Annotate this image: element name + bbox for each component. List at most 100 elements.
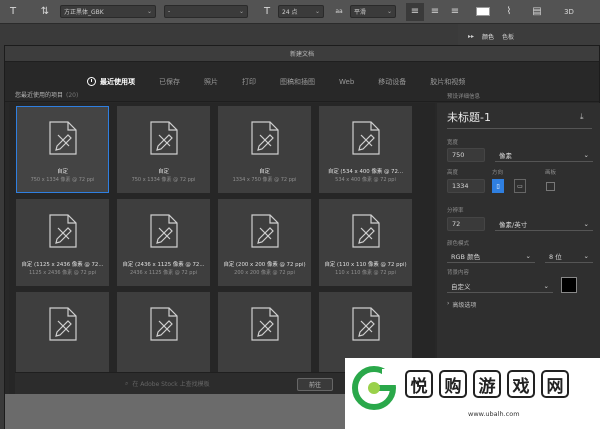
preset-tile[interactable]: 自定 (534 x 400 像素 @ 72... 534 x 400 像素 @ 7… [319, 106, 412, 193]
character-panel-icon[interactable]: ▤ [528, 3, 546, 21]
warp-text-icon[interactable]: ⌇ [500, 3, 518, 21]
preset-tile[interactable]: 自定 (110 x 110 像素 @ 72 ppi) 110 x 110 像素 @… [319, 199, 412, 286]
color-mode-label: 颜色模式 [447, 241, 470, 247]
type-tool-icon[interactable]: T [4, 3, 22, 21]
tab-film-video[interactable]: 胶片和视频 [430, 77, 465, 87]
preset-tile[interactable]: 自定 (2436 x 1125 像素 @ 72... 2436 x 1125 像素… [117, 199, 210, 286]
tab-label: 胶片和视频 [430, 77, 466, 86]
artboard-label: 画板 [545, 170, 557, 176]
align-left-icon[interactable]: ≡ [406, 2, 424, 21]
3d-icon[interactable]: 3D [560, 3, 578, 21]
align-center-icon[interactable]: ≡ [426, 3, 444, 21]
watermark-text: 悦 购 游 戏 网 [405, 370, 569, 398]
chevron-down-icon: ⌄ [583, 150, 589, 159]
preset-name: 自定 (200 x 200 像素 @ 72 ppi) [223, 262, 306, 268]
tab-photo[interactable]: 照片 [204, 77, 218, 87]
preset-tile[interactable] [117, 292, 210, 379]
artboard-checkbox[interactable] [546, 182, 555, 191]
height-input[interactable]: 1334 [447, 179, 485, 193]
chevron-down-icon: ⌄ [238, 8, 244, 15]
preset-tile[interactable] [16, 292, 109, 379]
background-value: 自定义 [451, 282, 471, 291]
tab-mobile[interactable]: 移动设备 [378, 77, 406, 87]
background-color-swatch[interactable] [561, 277, 577, 293]
font-family-select[interactable]: 方正黑体_GBK ⌄ [60, 5, 156, 18]
preset-tile[interactable]: 自定 (1125 x 2436 像素 @ 72... 1125 x 2436 像素… [16, 199, 109, 286]
document-preset-icon [49, 121, 77, 155]
width-input[interactable]: 750 [447, 148, 485, 162]
preset-tile[interactable] [218, 292, 311, 379]
dialog-title: 新建文档 [289, 51, 314, 58]
tab-color[interactable]: 颜色 [482, 32, 494, 41]
clock-icon [87, 77, 96, 86]
font-size-select[interactable]: 24 点 ⌄ [278, 5, 324, 18]
go-button[interactable]: 前往 [297, 378, 333, 391]
preset-dimensions: 200 x 200 像素 @ 72 ppi [234, 270, 295, 276]
resolution-label: 分辨率 [447, 208, 464, 214]
advanced-options-toggle[interactable]: › 高级选项 [447, 300, 476, 309]
resolution-unit-select[interactable]: 像素/英寸 ⌄ [495, 217, 593, 231]
orientation-label: 方向 [492, 170, 504, 176]
resolution-input[interactable]: 72 [447, 217, 485, 231]
width-unit-select[interactable]: 像素 ⌄ [495, 148, 593, 162]
save-preset-icon[interactable]: ⤓ [580, 112, 584, 122]
chevron-down-icon: ⌄ [314, 8, 320, 15]
preset-name: 自定 (2436 x 1125 像素 @ 72... [122, 262, 205, 268]
preset-name: 自定 [57, 169, 68, 175]
document-name-field[interactable]: 未标题-1 [447, 109, 491, 125]
font-size-value: 24 点 [282, 9, 298, 16]
watermark-char: 悦 [405, 370, 433, 398]
preset-dimensions: 750 x 1334 像素 @ 72 ppi [131, 177, 196, 183]
align-right-icon[interactable]: ≡ [446, 3, 464, 21]
tab-label: 打印 [242, 77, 256, 86]
document-preset-icon [352, 214, 380, 248]
font-style-select[interactable]: - ⌄ [164, 5, 248, 18]
recent-section-label: 您最近使用的项目 (20) [15, 90, 78, 99]
width-value: 750 [452, 151, 465, 159]
details-header: 预设详细信息 [447, 94, 481, 100]
tab-art-illustration[interactable]: 图稿和插图 [280, 77, 315, 87]
preset-tile[interactable]: 自定 750 x 1334 像素 @ 72 ppi [16, 106, 109, 193]
bit-depth-value: 8 位 [549, 252, 562, 261]
background-label: 背景内容 [447, 270, 470, 276]
divider [447, 128, 592, 129]
tab-label: 图稿和插图 [280, 77, 315, 86]
chevron-down-icon: ⌄ [583, 251, 589, 260]
panel-collapse-icon[interactable]: ▸▸ [468, 33, 474, 40]
text-orientation-icon[interactable]: ⇅ [36, 3, 54, 21]
stock-search-input[interactable]: ⌕ 在 Adobe Stock 上查找模板 [125, 379, 210, 389]
preset-tile[interactable]: 自定 (200 x 200 像素 @ 72 ppi) 200 x 200 像素 @… [218, 199, 311, 286]
preset-name: 自定 (1125 x 2436 像素 @ 72... [21, 262, 104, 268]
background-select[interactable]: 自定义 ⌄ [447, 279, 553, 293]
document-preset-icon [49, 214, 77, 248]
bit-depth-select[interactable]: 8 位 ⌄ [545, 249, 593, 263]
preset-dimensions: 534 x 400 像素 @ 72 ppi [335, 177, 396, 183]
advanced-label: 高级选项 [452, 302, 477, 309]
tab-recent[interactable]: 最近使用项 [87, 77, 135, 87]
antialias-value: 平滑 [354, 9, 367, 16]
color-mode-value: RGB 颜色 [451, 252, 481, 261]
tab-print[interactable]: 打印 [242, 77, 256, 87]
preset-tile[interactable]: 自定 1334 x 750 像素 @ 72 ppi [218, 106, 311, 193]
tab-saved[interactable]: 已保存 [159, 77, 180, 87]
preset-dimensions: 1334 x 750 像素 @ 72 ppi [232, 177, 297, 183]
document-preset-icon [251, 121, 279, 155]
antialias-select[interactable]: 平滑 ⌄ [350, 5, 396, 18]
landscape-icon[interactable]: ▭ [514, 179, 526, 193]
resolution-unit-value: 像素/英寸 [499, 220, 528, 229]
preset-tabs: 最近使用项 已保存 照片 打印 图稿和插图 Web 移动设备 胶片和视频 [5, 62, 599, 102]
preset-tile[interactable]: 自定 750 x 1334 像素 @ 72 ppi [117, 106, 210, 193]
tab-web[interactable]: Web [339, 78, 354, 86]
portrait-icon[interactable]: ▯ [492, 179, 504, 193]
tab-label: Web [339, 77, 355, 86]
height-label: 高度 [447, 170, 459, 176]
text-color-swatch[interactable] [476, 7, 490, 16]
tab-label: 已保存 [159, 77, 180, 86]
preset-name: 自定 [259, 169, 270, 175]
search-placeholder: 在 Adobe Stock 上查找模板 [132, 381, 210, 388]
tab-swatches[interactable]: 色板 [502, 32, 514, 41]
document-preset-icon [251, 214, 279, 248]
chevron-down-icon: ⌄ [386, 8, 392, 15]
color-mode-select[interactable]: RGB 颜色 ⌄ [447, 249, 535, 263]
preset-dimensions: 1125 x 2436 像素 @ 72 ppi [28, 270, 97, 276]
